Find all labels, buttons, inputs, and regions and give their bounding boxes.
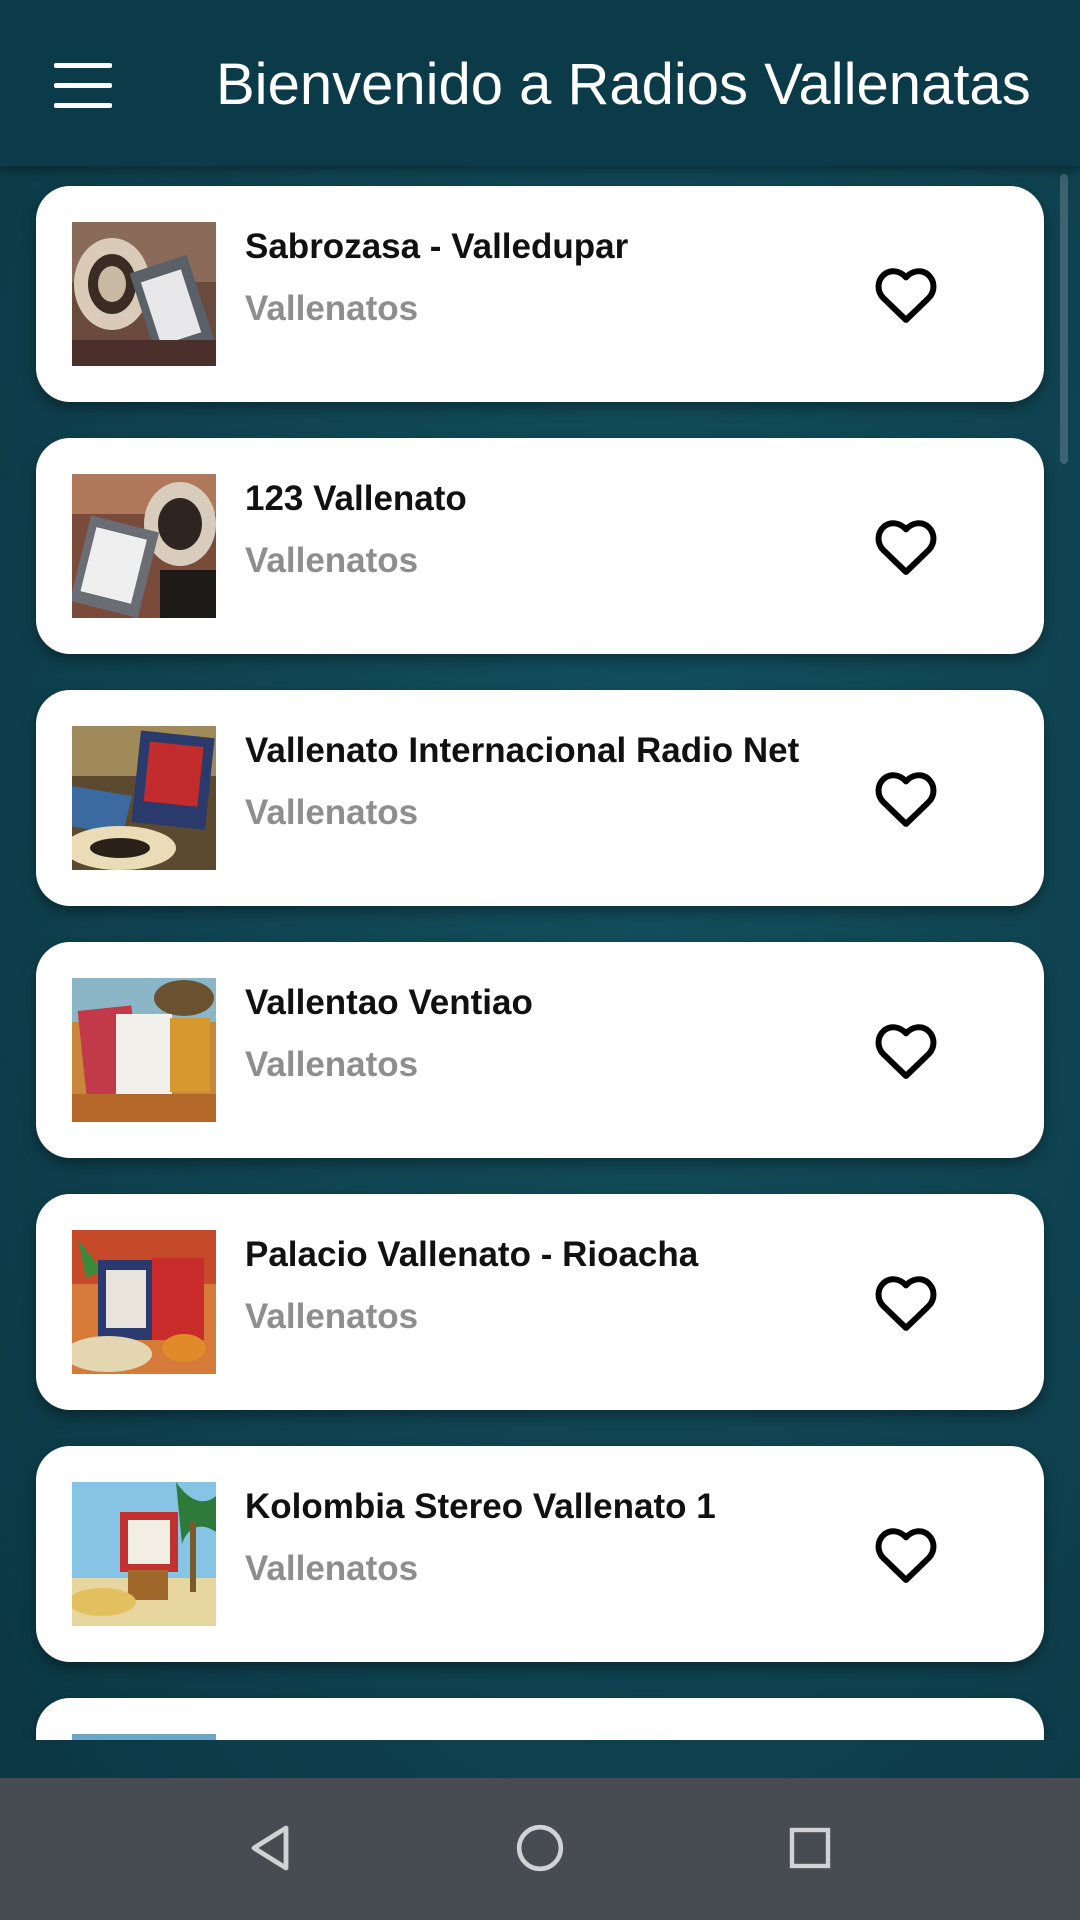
heart-outline-icon — [875, 1276, 937, 1331]
favorite-button[interactable] — [868, 760, 944, 836]
favorite-button[interactable] — [868, 256, 944, 332]
heart-outline-icon — [875, 268, 937, 323]
station-thumbnail — [72, 1734, 216, 1740]
station-thumbnail — [72, 222, 216, 366]
back-button[interactable] — [230, 1808, 310, 1888]
recents-square-icon — [789, 1827, 831, 1869]
station-name: Sabrozasa - Valledupar — [245, 227, 629, 266]
station-thumbnail — [72, 978, 216, 1122]
station-card-partial[interactable] — [36, 1698, 1044, 1740]
heart-outline-icon — [875, 1528, 937, 1583]
station-genre: Vallenatos — [245, 793, 419, 832]
station-genre: Vallenatos — [245, 1045, 419, 1084]
station-card[interactable]: Vallenato Internacional Radio Net Vallen… — [36, 690, 1044, 906]
station-list[interactable]: Sabrozasa - Valledupar Vallenatos 123 Va… — [0, 166, 1080, 1740]
page-title: Bienvenido a Radios Vallenatas — [216, 52, 1031, 117]
station-thumbnail — [72, 1230, 216, 1374]
favorite-button[interactable] — [868, 508, 944, 584]
home-button[interactable] — [500, 1808, 580, 1888]
station-card[interactable]: Vallentao Ventiao Vallenatos — [36, 942, 1044, 1158]
station-card[interactable]: Palacio Vallenato - Rioacha Vallenatos — [36, 1194, 1044, 1410]
station-card[interactable]: Kolombia Stereo Vallenato 1 Vallenatos — [36, 1446, 1044, 1662]
recents-button[interactable] — [770, 1808, 850, 1888]
hamburger-menu-icon-bar — [54, 82, 112, 88]
scrollbar[interactable] — [1060, 174, 1068, 464]
home-circle-icon — [516, 1824, 564, 1872]
station-genre: Vallenatos — [245, 289, 419, 328]
station-genre: Vallenatos — [245, 541, 419, 580]
menu-button[interactable] — [44, 50, 124, 120]
station-thumbnail — [72, 726, 216, 870]
station-name: Palacio Vallenato - Rioacha — [245, 1235, 699, 1274]
station-name: 123 Vallenato — [245, 479, 467, 518]
station-genre: Vallenatos — [245, 1549, 419, 1588]
station-name: Vallenato Internacional Radio Net — [245, 731, 800, 770]
station-thumbnail — [72, 1482, 216, 1626]
station-genre: Vallenatos — [245, 1297, 419, 1336]
favorite-button[interactable] — [868, 1264, 944, 1340]
heart-outline-icon — [875, 520, 937, 575]
system-navigation-bar — [0, 1778, 1080, 1920]
station-card[interactable]: Sabrozasa - Valledupar Vallenatos — [36, 186, 1044, 402]
hamburger-menu-icon — [54, 62, 112, 68]
heart-outline-icon — [875, 772, 937, 827]
station-name: Vallentao Ventiao — [245, 983, 533, 1022]
app-bar: Bienvenido a Radios Vallenatas — [0, 0, 1080, 166]
station-name: Kolombia Stereo Vallenato 1 — [245, 1487, 716, 1526]
heart-outline-icon — [875, 1024, 937, 1079]
favorite-button[interactable] — [868, 1012, 944, 1088]
hamburger-menu-icon-bar — [54, 102, 112, 108]
station-card[interactable]: 123 Vallenato Vallenatos — [36, 438, 1044, 654]
back-triangle-icon — [251, 1825, 289, 1871]
favorite-button[interactable] — [868, 1516, 944, 1592]
station-thumbnail — [72, 474, 216, 618]
